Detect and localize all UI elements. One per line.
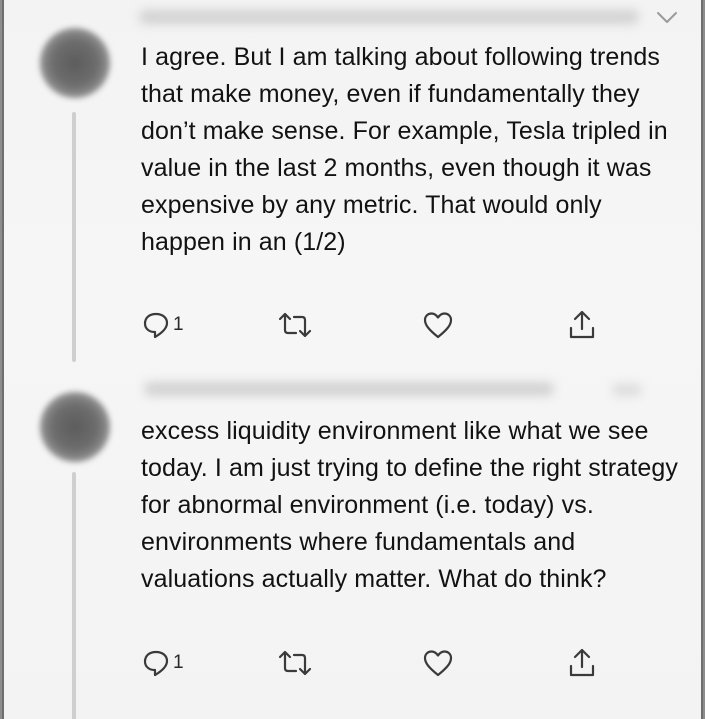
like-icon [423,312,453,339]
reply-button[interactable]: 1 [141,643,184,683]
reply-button[interactable]: 1 [141,305,184,345]
tweet[interactable]: I agree. But I am talking about followin… [4,0,701,362]
share-button[interactable] [567,643,597,683]
share-button[interactable] [567,305,597,345]
reply-count: 1 [173,314,184,335]
tweet[interactable]: excess liquidity environment like what w… [4,360,701,719]
retweet-button[interactable] [277,305,313,345]
avatar[interactable] [40,28,110,98]
retweet-icon [278,312,312,338]
like-icon [423,650,453,677]
chevron-down-icon[interactable] [656,11,678,25]
blurred-author-name [144,382,554,396]
reply-icon [143,312,169,339]
tweet-actions: 1 [4,643,701,683]
reply-icon [143,650,169,677]
blurred-author-name [139,10,639,24]
retweet-button[interactable] [277,643,313,683]
tweet-thread: I agree. But I am talking about followin… [2,0,703,719]
share-icon [569,310,595,339]
share-icon [569,648,595,677]
retweet-icon [278,650,312,676]
reply-count: 1 [173,652,184,673]
tweet-actions: 1 [4,305,701,345]
blurred-timestamp [612,384,642,396]
tweet-text: I agree. But I am talking about followin… [141,43,668,256]
like-button[interactable] [422,305,454,345]
avatar[interactable] [40,392,110,462]
tweet-text: excess liquidity environment like what w… [141,417,678,593]
like-button[interactable] [422,643,454,683]
